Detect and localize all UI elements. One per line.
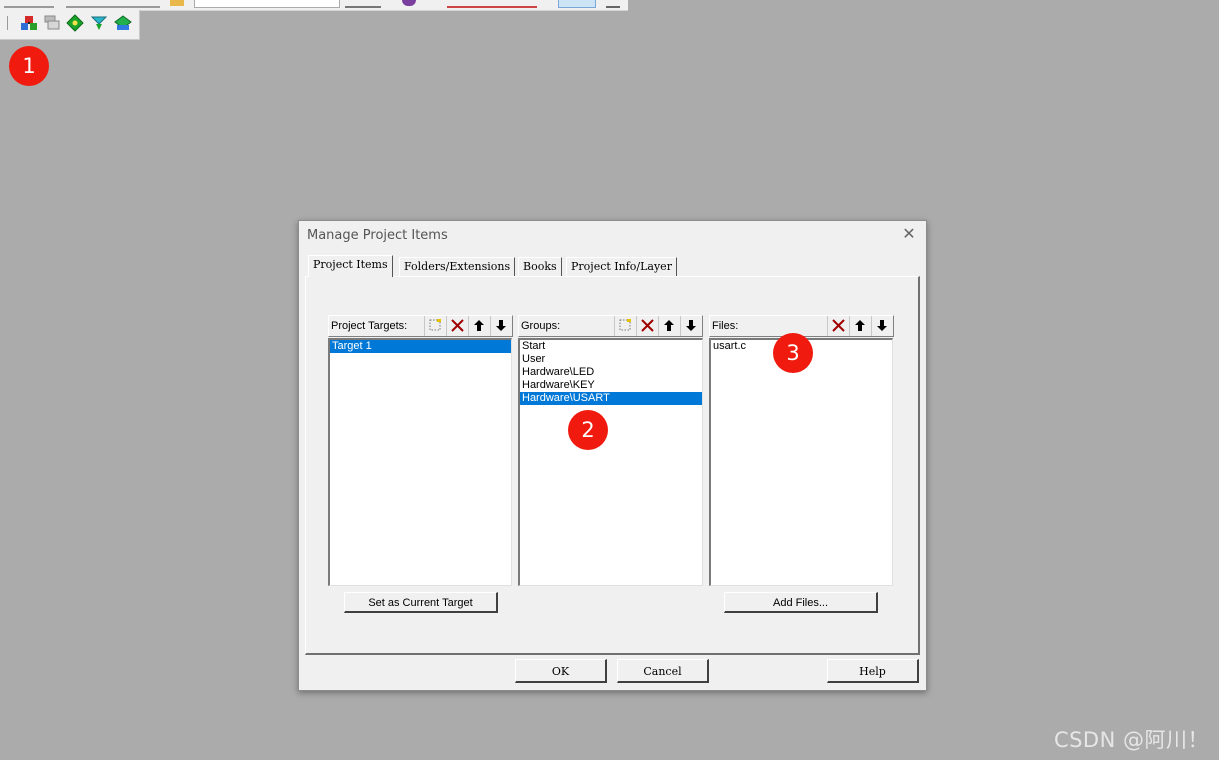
set-current-target-button[interactable]: Set as Current Target: [344, 592, 498, 613]
annotation-marker-3: 3: [773, 333, 813, 373]
manage-project-items-dialog: Manage Project Items ✕ Project Items Fol…: [298, 220, 927, 691]
annotation-marker-1: 1: [9, 46, 49, 86]
targets-list[interactable]: Target 1: [328, 338, 512, 586]
groups-label: Groups:: [521, 320, 561, 332]
toolbar-fragment-icon: [0, 16, 8, 30]
list-item[interactable]: Hardware\USART: [520, 392, 702, 405]
list-item[interactable]: Target 1: [330, 340, 511, 353]
pack-installer-icon[interactable]: [114, 14, 134, 34]
move-down-icon[interactable]: [680, 316, 701, 336]
list-item[interactable]: User: [520, 353, 702, 366]
delete-icon[interactable]: [827, 316, 848, 336]
move-up-icon[interactable]: [658, 316, 679, 336]
targets-label: Project Targets:: [331, 320, 408, 332]
toolbar-fragment-icon[interactable]: [345, 0, 381, 8]
list-item[interactable]: Hardware\LED: [520, 366, 702, 379]
files-label: Files:: [712, 320, 739, 332]
dialog-title: Manage Project Items: [307, 228, 448, 243]
tab-folders-extensions[interactable]: Folders/Extensions: [399, 257, 516, 276]
tab-project-info-layer[interactable]: Project Info/Layer: [566, 257, 677, 276]
help-button[interactable]: Help: [827, 659, 919, 683]
new-item-icon[interactable]: [614, 316, 635, 336]
close-icon[interactable]: ✕: [900, 226, 918, 244]
new-item-icon[interactable]: [424, 316, 445, 336]
translate-icon[interactable]: [90, 14, 110, 34]
manage-project-items-icon[interactable]: [20, 14, 40, 34]
files-list[interactable]: usart.c: [709, 338, 893, 586]
target-dropdown[interactable]: [194, 0, 340, 8]
toolbar-fragment-icon[interactable]: [66, 0, 160, 8]
tools-icon[interactable]: [606, 0, 620, 8]
target-icon[interactable]: [66, 14, 86, 34]
tab-project-items[interactable]: Project Items: [308, 255, 393, 277]
move-up-icon[interactable]: [468, 316, 489, 336]
list-item[interactable]: Start: [520, 340, 702, 353]
targets-header: Project Targets:: [328, 315, 513, 337]
list-item[interactable]: Hardware\KEY: [520, 379, 702, 392]
project-toolbar: [0, 10, 140, 40]
delete-icon[interactable]: [446, 316, 467, 336]
target-options-icon[interactable]: [43, 14, 63, 34]
find-icon[interactable]: [402, 0, 416, 6]
ok-button[interactable]: OK: [515, 659, 607, 683]
debug-icon[interactable]: [447, 0, 537, 8]
cancel-button[interactable]: Cancel: [617, 659, 709, 683]
add-files-button[interactable]: Add Files...: [724, 592, 878, 613]
delete-icon[interactable]: [636, 316, 657, 336]
tab-books[interactable]: Books: [518, 257, 562, 276]
window-layout-icon[interactable]: [558, 0, 596, 8]
annotation-marker-2: 2: [568, 410, 608, 450]
move-up-icon[interactable]: [849, 316, 870, 336]
groups-header: Groups:: [518, 315, 703, 337]
toolbar-fragment-icon[interactable]: [4, 0, 54, 8]
move-down-icon[interactable]: [871, 316, 892, 336]
move-down-icon[interactable]: [490, 316, 511, 336]
groups-list[interactable]: Start User Hardware\LED Hardware\KEY Har…: [518, 338, 703, 586]
files-header: Files:: [709, 315, 894, 337]
open-folder-icon[interactable]: [170, 0, 184, 6]
watermark: CSDN @阿川！: [1053, 728, 1209, 752]
